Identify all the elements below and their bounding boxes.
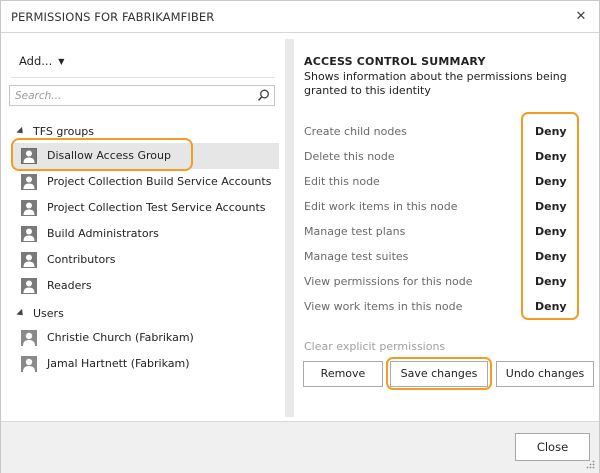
close-button[interactable]: Close — [515, 433, 590, 461]
close-icon[interactable]: ✕ — [571, 7, 591, 27]
permission-value-dropdown[interactable]: Deny — [535, 175, 567, 188]
tree-item-test-service-accounts[interactable]: Project Collection Test Service Accounts — [13, 195, 279, 221]
permission-name: View work items in this node — [304, 300, 463, 313]
permission-name: Manage test suites — [304, 250, 409, 263]
dialog-footer: Close — [1, 421, 599, 473]
tree-item-disallow-access-group[interactable]: Disallow Access Group — [13, 143, 279, 169]
permission-name: Create child nodes — [304, 125, 407, 138]
group-icon — [21, 278, 37, 294]
remove-button[interactable]: Remove — [303, 361, 383, 387]
summary-description: Shows information about the permissions … — [304, 70, 567, 97]
resize-grip-icon[interactable] — [585, 459, 595, 469]
permissions-dialog: PERMISSIONS FOR FABRIKAMFIBER ✕ Add... ▼ … — [0, 0, 600, 473]
identity-pane: Add...▼ TFS groups Disallow — [7, 39, 279, 419]
triangle-expanded-icon[interactable] — [16, 126, 26, 137]
group-icon — [21, 148, 37, 164]
group-header-tfs-groups[interactable]: TFS groups — [16, 125, 95, 141]
summary-title: ACCESS CONTROL SUMMARY — [304, 55, 486, 68]
caret-down-icon: ▼ — [58, 57, 65, 66]
tree-item-label: Disallow Access Group — [47, 149, 171, 162]
user-icon — [21, 330, 37, 346]
user-icon — [21, 356, 37, 372]
permission-name: View permissions for this node — [304, 275, 473, 288]
permission-value-dropdown[interactable]: Deny — [535, 200, 567, 213]
pane-splitter[interactable] — [285, 39, 294, 417]
permission-value-dropdown[interactable]: Deny — [535, 250, 567, 263]
tree-item-label: Project Collection Test Service Accounts — [47, 201, 266, 214]
triangle-expanded-icon[interactable] — [16, 308, 26, 319]
tree-item-christie-church[interactable]: Christie Church (Fabrikam) — [13, 325, 279, 351]
dialog-title: PERMISSIONS FOR FABRIKAMFIBER — [11, 10, 215, 24]
group-header-label: Users — [33, 307, 64, 320]
tree-item-build-service-accounts[interactable]: Project Collection Build Service Account… — [13, 169, 279, 195]
tree-item-label: Build Administrators — [47, 227, 159, 240]
search-box — [9, 85, 275, 106]
permission-name: Manage test plans — [304, 225, 406, 238]
remove-button-label: Remove — [320, 367, 366, 380]
permission-value-dropdown[interactable]: Deny — [535, 275, 567, 288]
permission-value-dropdown[interactable]: Deny — [535, 125, 567, 138]
permission-name: Edit work items in this node — [304, 200, 458, 213]
tree-item-contributors[interactable]: Contributors — [13, 247, 279, 273]
add-identity-button[interactable]: Add... ▼ — [19, 54, 64, 68]
add-identity-label: Add... — [19, 54, 53, 68]
divider — [11, 77, 275, 78]
search-input[interactable] — [10, 86, 250, 105]
save-changes-button-label: Save changes — [400, 367, 478, 380]
undo-changes-button-label: Undo changes — [505, 367, 585, 380]
permission-name: Edit this node — [304, 175, 380, 188]
group-icon — [21, 174, 37, 190]
permission-value-dropdown[interactable]: Deny — [535, 150, 567, 163]
tree-item-label: Christie Church (Fabrikam) — [47, 331, 194, 344]
tree-item-label: Jamal Hartnett (Fabrikam) — [47, 357, 190, 370]
tree-item-label: Contributors — [47, 253, 116, 266]
permission-value-dropdown[interactable]: Deny — [535, 300, 567, 313]
tree-item-jamal-hartnett[interactable]: Jamal Hartnett (Fabrikam) — [13, 351, 279, 377]
clear-explicit-permissions-link[interactable]: Clear explicit permissions — [304, 340, 445, 353]
permission-name: Delete this node — [304, 150, 395, 163]
group-header-label: TFS groups — [33, 125, 95, 138]
save-changes-button[interactable]: Save changes — [390, 361, 488, 387]
dialog-titlebar: PERMISSIONS FOR FABRIKAMFIBER ✕ — [1, 1, 599, 33]
tree-item-label: Project Collection Build Service Account… — [47, 175, 272, 188]
permission-value-dropdown[interactable]: Deny — [535, 225, 567, 238]
group-header-users[interactable]: Users — [16, 307, 64, 323]
tree-item-readers[interactable]: Readers — [13, 273, 279, 299]
group-icon — [21, 252, 37, 268]
tree-item-build-administrators[interactable]: Build Administrators — [13, 221, 279, 247]
tree-item-label: Readers — [47, 279, 92, 292]
search-icon[interactable] — [256, 88, 271, 103]
undo-changes-button[interactable]: Undo changes — [496, 361, 594, 387]
group-icon — [21, 200, 37, 216]
group-icon — [21, 226, 37, 242]
